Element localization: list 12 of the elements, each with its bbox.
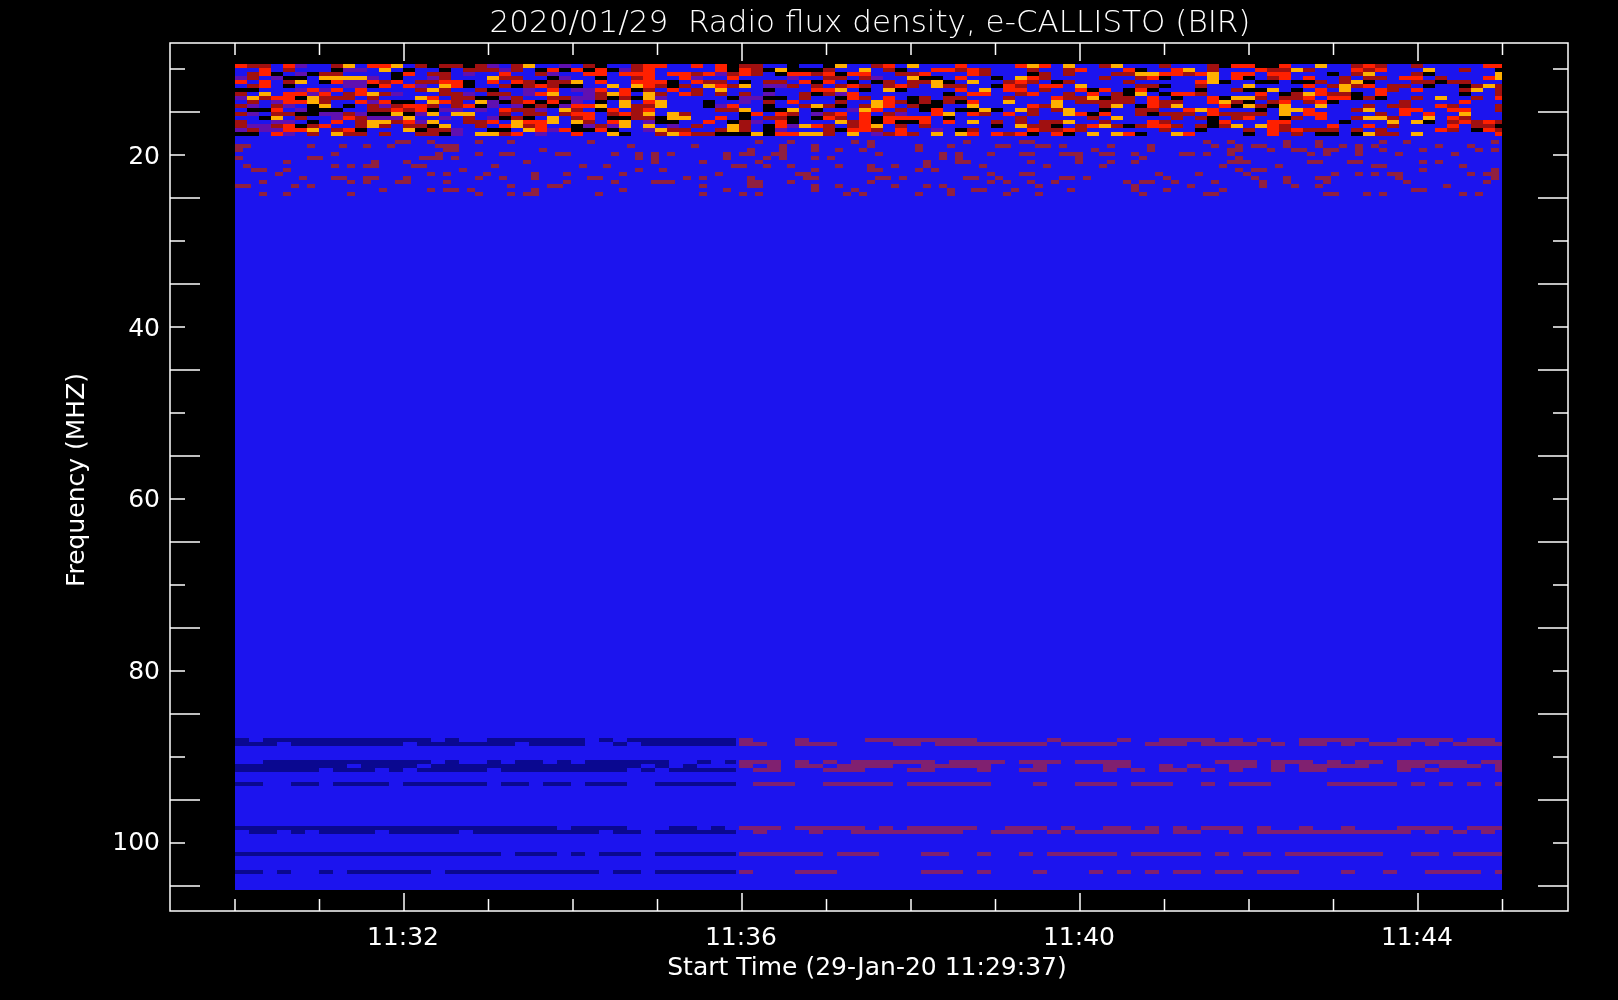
x-axis-label: Start Time (29-Jan-20 11:29:37): [667, 952, 1067, 981]
y-tick-label: 60: [128, 484, 160, 513]
plot-title: 2020/01/29 Radio flux density, e-CALLISTO (BIR): [489, 3, 1251, 39]
y-tick-label: 80: [128, 655, 160, 685]
y-tick-label: 40: [128, 312, 160, 342]
y-tick-label: 20: [128, 141, 160, 170]
x-tick-label: 11:40: [1043, 922, 1115, 951]
x-tick-label: 11:32: [367, 922, 439, 951]
y-tick-label: 100: [112, 827, 160, 856]
y-axis-label: Frequency (MHZ): [61, 372, 90, 588]
x-tick-label: 11:44: [1381, 922, 1453, 951]
x-tick-label: 11:36: [705, 922, 777, 951]
